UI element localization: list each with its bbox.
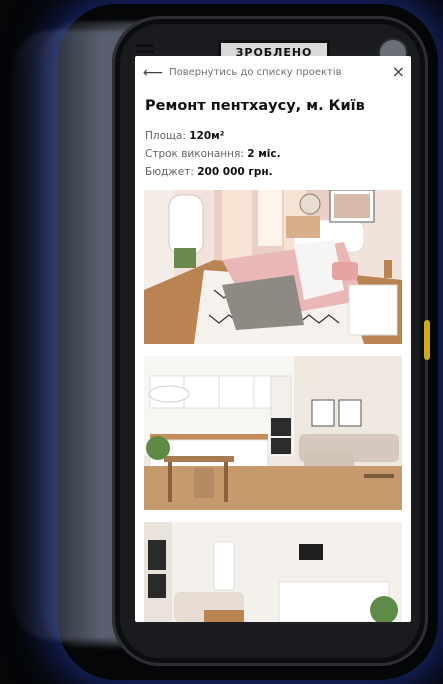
kitchen-illustration	[144, 356, 402, 510]
bedroom-photo[interactable]	[144, 190, 402, 344]
back-to-projects-link[interactable]: ⟵ Повернутись до списку проектів	[143, 64, 342, 81]
phone-side-button	[424, 320, 430, 360]
project-modal: ⟵ Повернутись до списку проектів × Ремон…	[135, 56, 411, 622]
arrow-left-icon: ⟵	[143, 64, 164, 81]
project-facts: Площа: 120м² Строк виконання: 2 міс. Бюд…	[145, 127, 281, 181]
fact-budget: Бюджет: 200 000 грн.	[145, 163, 281, 181]
close-icon[interactable]: ×	[392, 62, 405, 81]
fact-area-label: Площа:	[145, 130, 186, 142]
fact-term-label: Строк виконання:	[145, 148, 244, 160]
fact-budget-label: Бюджет:	[145, 166, 194, 178]
fact-area: Площа: 120м²	[145, 127, 281, 145]
living-room-photo[interactable]	[144, 522, 402, 622]
app-top-bar: ЗРОБЛЕНО	[132, 34, 412, 68]
back-link-label: Повернутись до списку проектів	[169, 67, 342, 78]
fact-budget-value: 200 000 грн.	[197, 166, 273, 178]
project-title: Ремонт пентхаусу, м. Київ	[145, 98, 365, 114]
fact-term-value: 2 міс.	[247, 148, 281, 160]
living-room-illustration	[144, 522, 402, 622]
kitchen-living-room-photo[interactable]	[144, 356, 402, 510]
fact-area-value: 120м²	[189, 130, 225, 142]
fact-term: Строк виконання: 2 міс.	[145, 145, 281, 163]
bedroom-illustration	[144, 190, 402, 344]
menu-icon[interactable]	[136, 44, 154, 47]
